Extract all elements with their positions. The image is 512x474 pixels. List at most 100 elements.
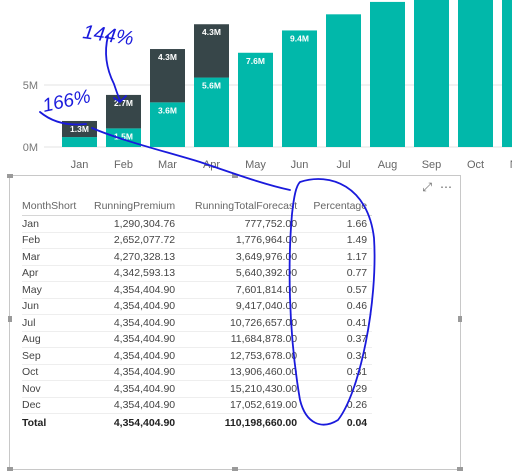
table-cell: 4,342,593.13 — [89, 265, 181, 282]
table-visual[interactable]: ⤢ ⋯ MonthShort RunningPremium RunningTotal… — [7, 174, 463, 471]
table-cell: Apr — [22, 265, 89, 282]
table-cell: 0.77 — [302, 265, 373, 282]
table-cell: 10,726,657.00 — [180, 314, 303, 332]
x-tick-label: Sep — [422, 159, 442, 171]
bar-teal-may[interactable] — [238, 52, 273, 148]
x-tick-label: Jul — [336, 159, 350, 171]
total-row: Total 4,354,404.90 110,198,660.00 0.04 — [22, 413, 373, 431]
resize-handle-top[interactable] — [232, 174, 238, 178]
table-cell: Mar — [22, 248, 89, 266]
table-row: Oct 4,354,404.90 13,906,460.00 0.31 — [22, 364, 373, 381]
resize-handle-bottom-left[interactable] — [7, 467, 13, 471]
table-cell: 4,354,404.90 — [89, 397, 181, 414]
table-cell: 0.34 — [302, 347, 373, 365]
table-cell: Jul — [22, 314, 89, 332]
x-tick-label: Feb — [114, 159, 133, 171]
focus-mode-icon[interactable]: ⤢ — [422, 180, 432, 195]
table-cell: 4,354,404.90 — [89, 314, 181, 332]
table-cell: 1.49 — [302, 232, 373, 249]
table-row: Mar 4,270,328.13 3,649,976.00 1.17 — [22, 248, 373, 266]
table-cell: Jan — [22, 215, 89, 233]
resize-handle-left[interactable] — [8, 316, 12, 322]
resize-handle-top-left[interactable] — [7, 174, 13, 178]
table-row: Apr 4,342,593.13 5,640,392.00 0.77 — [22, 265, 373, 282]
table-cell: Aug — [22, 331, 89, 348]
stacked-column-chart: 1.3M 2.7M 1.5M 4.3M 3.6M 4.3M 5.6M 7.6M 9.4M 0M 5… — [23, 0, 512, 171]
table-cell: Oct — [22, 364, 89, 381]
table-row: Jul 4,354,404.90 10,726,657.00 0.41 — [22, 314, 373, 332]
x-tick-label: Jun — [291, 159, 309, 171]
table-row: May 4,354,404.90 7,601,814.00 0.57 — [22, 281, 373, 299]
x-tick-label: Jan — [71, 159, 89, 171]
x-tick-label: Mar — [158, 159, 177, 171]
x-tick-label: Aug — [378, 159, 398, 171]
more-options-icon[interactable]: ⋯ — [440, 180, 452, 194]
data-label-dark: 1.3M — [70, 124, 89, 134]
table-cell: 9,417,040.00 — [180, 298, 303, 315]
bar-teal-nov[interactable] — [502, 0, 512, 147]
table-cell: 0.29 — [302, 380, 373, 398]
x-tick-label: Apr — [203, 159, 220, 171]
table-cell: 0.46 — [302, 298, 373, 315]
bar-teal-oct[interactable] — [458, 0, 493, 147]
table-cell: 12,753,678.00 — [180, 347, 303, 365]
table-cell: 4,270,328.13 — [89, 248, 181, 266]
data-table: MonthShort RunningPremium RunningTotalFore… — [22, 198, 373, 431]
table-header-row: MonthShort RunningPremium RunningTotalFore… — [22, 198, 373, 216]
data-label-dark: 2.7M — [114, 98, 133, 108]
x-tick-label: May — [245, 159, 266, 171]
bar-teal-aug[interactable] — [370, 1, 405, 148]
total-cell: 4,354,404.90 — [89, 413, 181, 431]
table-cell: Dec — [22, 397, 89, 414]
table-cell: 4,354,404.90 — [89, 281, 181, 299]
table-cell: Sep — [22, 347, 89, 365]
table-row: Aug 4,354,404.90 11,684,878.00 0.37 — [22, 331, 373, 348]
table-cell: 5,640,392.00 — [180, 265, 303, 282]
total-cell: 0.04 — [302, 413, 373, 431]
table-cell: Feb — [22, 232, 89, 249]
bar-teal-sep[interactable] — [414, 0, 449, 147]
table-cell: 1,290,304.76 — [89, 215, 181, 233]
table-row: Jun 4,354,404.90 9,417,040.00 0.46 — [22, 298, 373, 315]
table-cell: 2,652,077.72 — [89, 232, 181, 249]
table-cell: Jun — [22, 298, 89, 315]
resize-handle-bottom-right[interactable] — [457, 467, 463, 471]
table-cell: 4,354,404.90 — [89, 347, 181, 365]
table-cell: 4,354,404.90 — [89, 331, 181, 348]
table-cell: 4,354,404.90 — [89, 364, 181, 381]
table-cell: 4,354,404.90 — [89, 380, 181, 398]
column-header[interactable]: Percentage — [302, 198, 373, 216]
table-row: Nov 4,354,404.90 15,210,430.00 0.29 — [22, 380, 373, 398]
total-cell: Total — [22, 413, 89, 431]
data-label-teal: 3.6M — [158, 105, 177, 115]
data-label-teal: 5.6M — [202, 81, 221, 91]
y-tick-label: 0M — [23, 142, 38, 154]
resize-handle-right[interactable] — [458, 316, 462, 322]
data-label-teal: 9.4M — [290, 33, 309, 43]
table-cell: Nov — [22, 380, 89, 398]
total-cell: 110,198,660.00 — [180, 413, 303, 431]
bar-teal-jan[interactable] — [62, 137, 97, 147]
table-cell: 7,601,814.00 — [180, 281, 303, 299]
data-label-teal: 7.6M — [246, 56, 265, 66]
table-cell: 11,684,878.00 — [180, 331, 303, 348]
column-header[interactable]: RunningTotalForecast — [180, 198, 303, 216]
data-label-dark: 4.3M — [202, 27, 221, 37]
column-header[interactable]: MonthShort — [22, 198, 89, 216]
bar-teal-jul[interactable] — [326, 14, 361, 147]
table-row: Sep 4,354,404.90 12,753,678.00 0.34 — [22, 347, 373, 365]
data-label-teal: 1.5M — [114, 131, 133, 141]
x-tick-label: Oct — [467, 159, 484, 171]
column-header[interactable]: RunningPremium — [89, 198, 181, 216]
y-tick-label: 5M — [23, 80, 38, 92]
table-cell: 1.17 — [302, 248, 373, 266]
resize-handle-bottom[interactable] — [232, 467, 238, 471]
table-cell: 1.66 — [302, 215, 373, 233]
table-cell: 777,752.00 — [180, 215, 303, 233]
table-row: Dec 4,354,404.90 17,052,619.00 0.26 — [22, 397, 373, 414]
table-cell: 0.41 — [302, 314, 373, 332]
table-row: Jan 1,290,304.76 777,752.00 1.66 — [22, 215, 373, 233]
table-cell: 4,354,404.90 — [89, 298, 181, 315]
table-cell: 15,210,430.00 — [180, 380, 303, 398]
bar-teal-jun[interactable] — [282, 30, 317, 147]
